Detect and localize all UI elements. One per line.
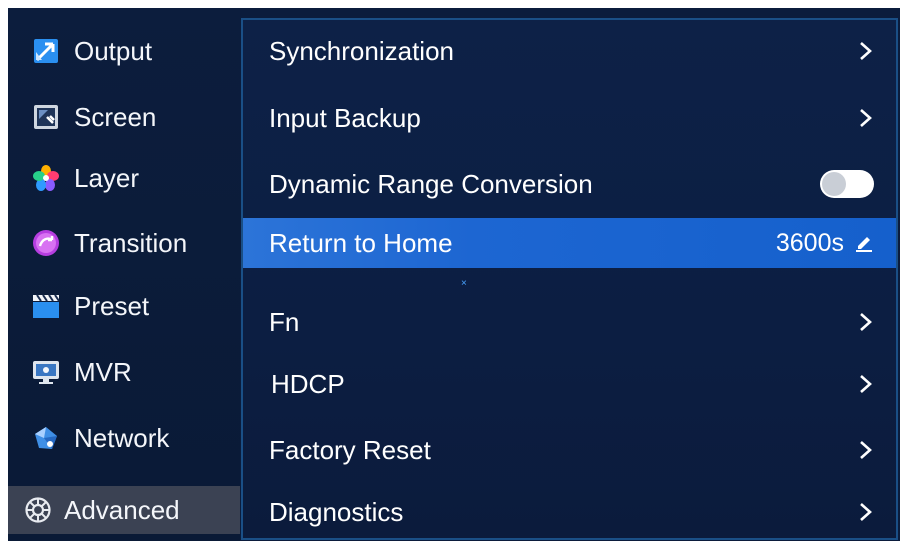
menu-item-label: Diagnostics: [269, 496, 404, 527]
edit-icon[interactable]: [854, 233, 874, 253]
preset-icon: [32, 292, 60, 320]
menu-item-label: Input Backup: [269, 102, 421, 133]
sidebar-item-label: Output: [74, 35, 153, 66]
return-to-home-value: 3600s: [775, 228, 844, 257]
chevron-right-icon: [860, 375, 872, 393]
sidebar-item-preset[interactable]: Preset: [8, 280, 240, 332]
chevron-right-icon: [860, 313, 872, 331]
menu-item-fn[interactable]: Fn: [243, 296, 896, 348]
menu-item-factory-reset[interactable]: Factory Reset: [243, 424, 896, 476]
menu-item-label: Dynamic Range Conversion: [269, 168, 593, 199]
dynamic-range-toggle[interactable]: [820, 170, 874, 198]
output-icon: [32, 37, 60, 65]
chevron-right-icon: [860, 42, 872, 60]
sidebar-item-label: MVR: [74, 356, 132, 387]
sidebar-item-transition[interactable]: Transition: [8, 217, 240, 269]
menu-item-synchronization[interactable]: Synchronization: [243, 25, 896, 77]
sidebar-item-layer[interactable]: Layer: [8, 152, 240, 204]
layer-icon: [32, 164, 60, 192]
advanced-settings-panel: Synchronization Input Backup Dynamic Ran…: [241, 18, 898, 540]
menu-item-return-to-home[interactable]: Return to Home 3600s: [243, 218, 896, 268]
sidebar-item-advanced[interactable]: Advanced: [8, 486, 240, 534]
sidebar-item-label: Screen: [74, 101, 157, 132]
menu-item-dynamic-range-conversion[interactable]: Dynamic Range Conversion: [243, 158, 896, 210]
menu-item-input-backup[interactable]: Input Backup: [243, 92, 896, 144]
sidebar-item-label: Network: [74, 422, 170, 453]
toggle-knob: [822, 172, 846, 196]
network-icon: [32, 424, 60, 452]
sidebar-item-label: Advanced: [64, 494, 180, 525]
gear-icon: [24, 496, 52, 524]
cursor-marker: ×: [461, 278, 467, 289]
settings-window: Output Screen Layer Transition Preset MV…: [8, 8, 900, 541]
menu-item-diagnostics[interactable]: Diagnostics: [243, 486, 896, 538]
menu-item-label: Factory Reset: [269, 434, 431, 465]
menu-item-label: Synchronization: [269, 35, 454, 66]
transition-icon: [32, 229, 60, 257]
screen-icon: [32, 103, 60, 131]
sidebar-item-mvr[interactable]: MVR: [8, 346, 240, 398]
chevron-right-icon: [860, 441, 872, 459]
mvr-icon: [32, 358, 60, 386]
sidebar: Output Screen Layer Transition Preset MV…: [8, 8, 240, 541]
chevron-right-icon: [860, 109, 872, 127]
menu-item-label: HDCP: [271, 368, 345, 399]
chevron-right-icon: [860, 503, 872, 521]
menu-item-label: Return to Home: [269, 227, 453, 258]
sidebar-item-network[interactable]: Network: [8, 412, 240, 464]
sidebar-item-label: Preset: [74, 290, 150, 321]
sidebar-item-output[interactable]: Output: [8, 25, 240, 77]
sidebar-item-label: Layer: [74, 162, 140, 193]
menu-item-hdcp[interactable]: HDCP: [243, 358, 896, 410]
sidebar-item-screen[interactable]: Screen: [8, 91, 240, 143]
sidebar-item-label: Transition: [74, 227, 188, 258]
menu-item-label: Fn: [269, 306, 300, 337]
